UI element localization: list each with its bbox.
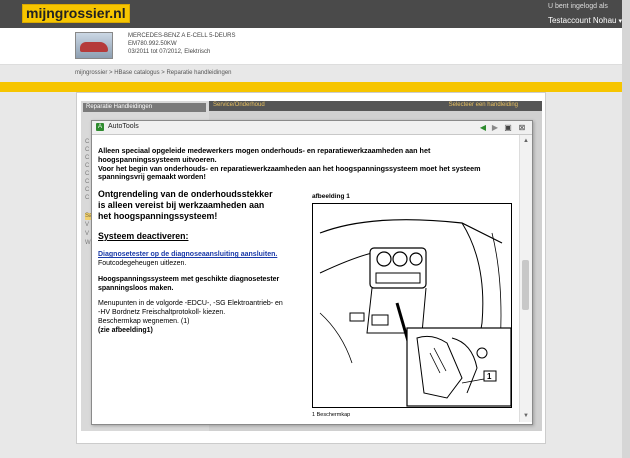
breadcrumb-current: Reparatie handleidingen <box>166 70 232 76</box>
section-heading: Systeem deactiveren: <box>98 231 189 241</box>
vehicle-header: MERCEDES-BENZ A E-CELL 5-DEURS EM780.992… <box>0 28 630 65</box>
close-icon[interactable]: ⊠ <box>517 123 527 132</box>
vehicle-engine: EM780.992.50KW <box>128 41 177 47</box>
figure-1: afbeelding 1 1 1 Beschermkap <box>312 193 516 423</box>
instruction-bold: Hoogspanningssysteem met geschikte diagn… <box>98 275 279 293</box>
main-heading: Ontgrendeling van de onderhoudsstekker i… <box>98 189 308 222</box>
step-line: Beschermkap wegnemen. (1) <box>98 318 190 325</box>
sidebar-title: Reparatie Handleidingen <box>83 103 206 112</box>
scroll-down-icon[interactable]: ▼ <box>522 412 530 420</box>
instruction-steps: Menupunten in de volgorde -EDCU-, -SG El… <box>98 299 283 335</box>
manual-pane-header: Service/Onderhoud Selecteer een handleid… <box>209 101 542 111</box>
diagnose-link[interactable]: Diagnosetester op de diagnoseaansluiting… <box>98 251 277 258</box>
vehicle-image <box>75 32 113 59</box>
heading-line: Ontgrendeling van de onderhoudsstekker <box>98 189 273 199</box>
scroll-up-icon[interactable]: ▲ <box>522 137 530 145</box>
page-scrollbar[interactable] <box>622 0 630 458</box>
scroll-thumb[interactable] <box>522 260 529 310</box>
instruction-line: spanningsloos maken. <box>98 285 174 292</box>
breadcrumb: mijngrossier > HBase catalogus > Reparat… <box>75 70 232 76</box>
vehicle-info: MERCEDES-BENZ A E-CELL 5-DEURS EM780.992… <box>128 32 235 56</box>
instruction-line: Hoogspanningssysteem met geschikte diagn… <box>98 276 280 283</box>
vehicle-model: MERCEDES-BENZ A E-CELL 5-DEURS <box>128 33 236 39</box>
site-logo[interactable]: mijngrossier.nl <box>22 4 130 23</box>
login-label: U bent ingelogd als <box>547 3 608 10</box>
vertical-scrollbar[interactable]: ▲ ▼ <box>519 135 532 422</box>
breadcrumb-separator: > <box>161 70 165 76</box>
autotools-app-icon: A <box>96 123 104 131</box>
figure-callout: 1 <box>487 372 492 381</box>
figure-caption: afbeelding 1 <box>312 193 350 200</box>
forward-arrow-icon[interactable]: ▶ <box>490 123 500 132</box>
autotools-dialog: A AutoTools ◀ ▶ ▣ ⊠ Alleen speciaal opge… <box>91 120 533 425</box>
accent-band <box>0 82 630 92</box>
link-subtext: Foutcodegeheugen uitlezen. <box>98 260 187 267</box>
warning-line: spanningsvrij gemaakt worden! <box>98 172 206 182</box>
heading-line: het hoogspanningssysteem! <box>98 211 218 221</box>
account-user[interactable]: Testaccount Nohau <box>548 16 617 25</box>
top-bar: mijngrossier.nl U bent ingelogd als Test… <box>0 0 630 28</box>
dialog-titlebar: A AutoTools ◀ ▶ ▣ ⊠ <box>92 121 532 135</box>
account-box[interactable]: U bent ingelogd als Testaccount Nohau ▾ <box>548 3 622 28</box>
manual-content: Alleen speciaal opgeleide medewerkers mo… <box>92 135 518 424</box>
step-line: Menupunten in de volgorde -EDCU-, -SG El… <box>98 300 283 307</box>
breadcrumb-home[interactable]: mijngrossier <box>75 70 107 76</box>
breadcrumb-separator: > <box>109 70 113 76</box>
warning-text: Alleen speciaal opgeleide medewerkers mo… <box>98 146 518 182</box>
vehicle-period: 03/2011 tot 07/2012, Elektrisch <box>128 49 211 55</box>
back-arrow-icon[interactable]: ◀ <box>478 123 488 132</box>
heading-line: is alleen vereist bij werkzaamheden aan <box>98 200 265 210</box>
figure-legend: 1 Beschermkap <box>312 412 351 418</box>
pane-left-label: Service/Onderhoud <box>213 102 265 108</box>
breadcrumb-catalog[interactable]: HBase catalogus <box>114 70 159 76</box>
pane-right-label[interactable]: Selecteer een handleiding <box>449 102 518 108</box>
dialog-title: AutoTools <box>108 123 139 130</box>
dashboard-illustration: 1 <box>312 203 512 408</box>
step-line: -HV Bordnetz Freischaltprotokoll- kiezen… <box>98 309 226 316</box>
step-line: (zie afbeelding1) <box>98 327 153 334</box>
print-icon[interactable]: ▣ <box>503 123 513 132</box>
